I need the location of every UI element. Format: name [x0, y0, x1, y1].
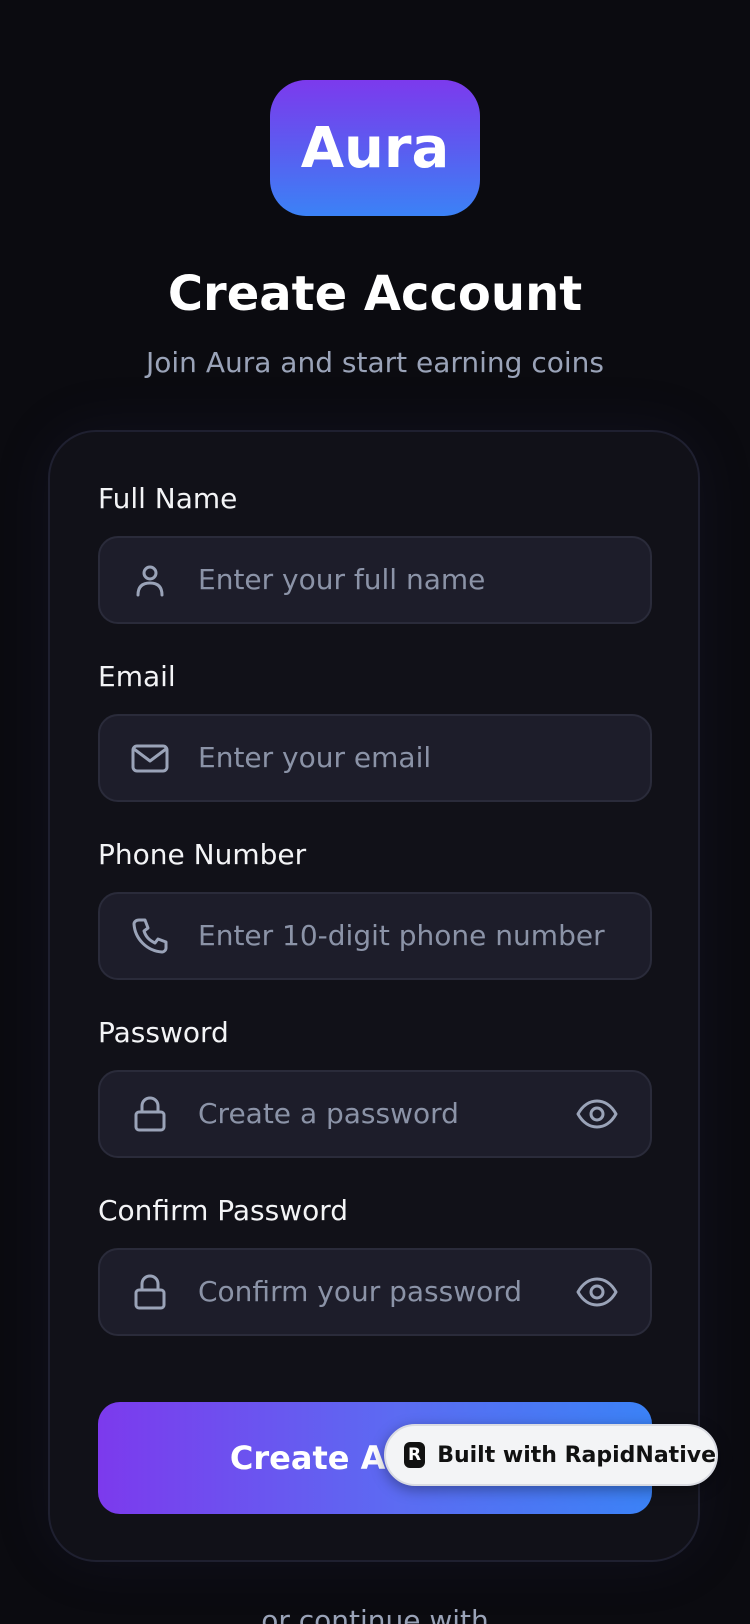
logo-text: Aura	[300, 115, 450, 181]
confirm-password-placeholder: Confirm your password	[198, 1275, 523, 1308]
full-name-placeholder: Enter your full name	[198, 563, 486, 596]
page-title: Create Account	[167, 266, 583, 322]
user-icon	[130, 560, 170, 600]
footer-text: or continue with	[261, 1604, 489, 1624]
eye-icon[interactable]	[576, 1272, 618, 1312]
phone-field[interactable]: Enter 10-digit phone number	[98, 892, 652, 980]
email-field[interactable]: Enter your email	[98, 714, 652, 802]
phone-icon	[130, 916, 170, 956]
password-placeholder: Create a password	[198, 1097, 459, 1130]
password-field[interactable]: Create a password	[98, 1070, 652, 1158]
lock-icon	[130, 1094, 170, 1134]
built-with-badge[interactable]: R Built with RapidNative	[384, 1424, 718, 1486]
badge-text: Built with RapidNative	[437, 1442, 716, 1468]
confirm-password-field[interactable]: Confirm your password	[98, 1248, 652, 1336]
phone-placeholder: Enter 10-digit phone number	[198, 919, 605, 952]
mail-icon	[130, 738, 170, 778]
password-label: Password	[98, 1016, 229, 1049]
signup-screen: Aura Create Account Join Aura and start …	[0, 0, 750, 1624]
app-logo: Aura	[270, 80, 480, 216]
rapidnative-logo-icon: R	[404, 1442, 426, 1468]
phone-label: Phone Number	[98, 838, 307, 871]
full-name-field[interactable]: Enter your full name	[98, 536, 652, 624]
page-subtitle: Join Aura and start earning coins	[146, 346, 604, 379]
eye-icon[interactable]	[576, 1094, 618, 1134]
confirm-password-label: Confirm Password	[98, 1194, 349, 1227]
lock-icon	[130, 1272, 170, 1312]
email-placeholder: Enter your email	[198, 741, 432, 774]
full-name-label: Full Name	[98, 482, 238, 515]
email-label: Email	[98, 660, 176, 693]
